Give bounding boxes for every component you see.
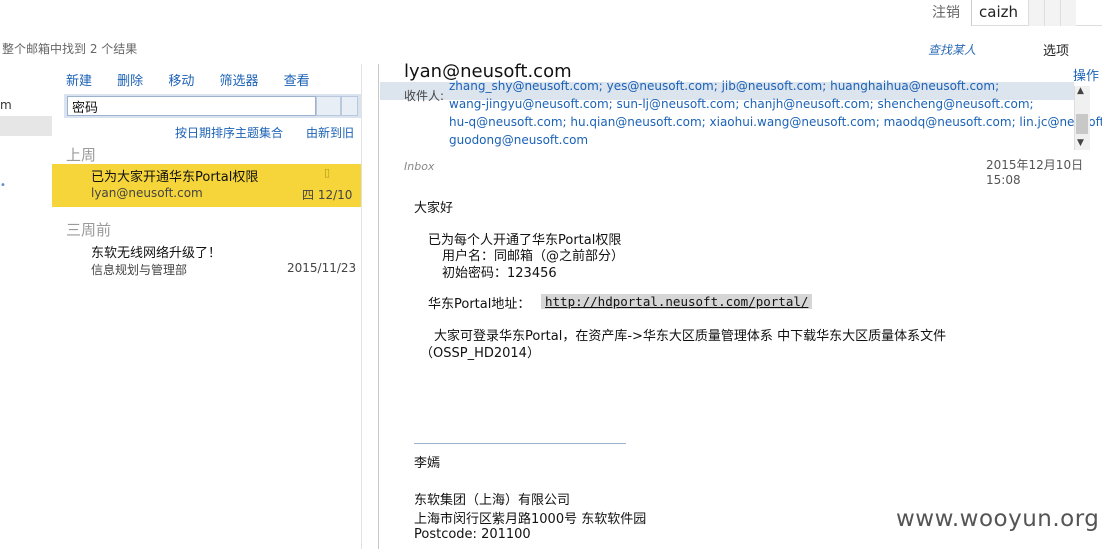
scroll-thumb[interactable] [1076,114,1088,134]
delete-button[interactable]: 删除 [117,74,143,89]
group-header-last-week: 上周 [66,146,97,164]
pane-divider [378,64,379,549]
message-datetime: 2015年12月10日 15:08 [986,158,1084,187]
options-link[interactable]: 选项 [1043,40,1069,59]
flag-icon[interactable]: ▯ [324,166,330,179]
new-button[interactable]: 新建 [66,74,92,89]
body-line: （OSSP_HD2014） [420,346,540,361]
signature-name: 李嫣 [414,456,441,471]
search-button[interactable] [316,96,341,116]
move-button[interactable]: 移动 [168,74,194,89]
signature-divider [414,443,626,444]
find-people-link[interactable]: 查找某人 [928,41,976,58]
body-line: 初始密码：123456 [442,266,557,281]
search-result-summary: 整个邮箱中找到 2 个结果 [2,42,138,56]
message-from: 信息规划与管理部 [91,263,188,277]
message-list-scrollbar[interactable] [361,64,378,549]
nav-bullet: • [0,180,6,191]
logout-link[interactable]: 注销 [932,2,960,22]
nav-item-partial[interactable]: m [0,98,12,112]
message-date: 2015/11/23 [287,261,357,275]
scroll-down-icon[interactable]: ▼ [1077,138,1084,148]
to-label: 收件人: [404,89,445,103]
actions-menu[interactable]: 操作 [1073,65,1099,84]
user-menu-button-2[interactable] [1044,0,1060,26]
message-subject: 已为大家开通华东Portal权限 [91,170,259,185]
search-clear-button[interactable] [341,96,358,116]
recipient-line[interactable]: hu-q@neusoft.com; hu.qian@neusoft.com; x… [449,115,1102,129]
list-toolbar: 新建 删除 移动 筛选器 查看 [66,70,331,89]
recipient-line[interactable]: zhang_shy@neusoft.com; yes@neusoft.com; … [449,79,999,93]
nav-item-selected[interactable] [0,116,52,136]
watermark: www.wooyun.org [896,506,1100,532]
scroll-up-icon[interactable]: ▲ [1077,86,1084,96]
signature-company: 东软集团（上海）有限公司 [414,493,571,508]
body-greeting: 大家好 [414,201,454,216]
message-subject[interactable]: 东软无线网络升级了！ [91,242,221,261]
signature-postcode: Postcode: 201100 [414,527,531,542]
recipient-line[interactable]: wang-jingyu@neusoft.com; sun-lj@neusoft.… [449,97,1034,111]
signature-address: 上海市闵行区紫月路1000号 东软软件园 [414,512,647,527]
user-menu-button-3[interactable] [1060,0,1076,26]
portal-link[interactable]: http://hdportal.neusoft.com/portal/ [541,294,813,309]
filter-button[interactable]: 筛选器 [219,74,258,89]
folder-label: Inbox [404,160,435,173]
message-date: 四 12/10 [302,188,353,202]
view-button[interactable]: 查看 [284,74,310,89]
sort-by-link[interactable]: 按日期排序主题集合 [175,124,283,141]
user-menu-button[interactable] [1028,0,1044,26]
sort-direction-link[interactable]: 由新到旧 [306,124,354,141]
message-from: lyan@neusoft.com [91,186,203,200]
group-header-three-weeks: 三周前 [66,221,112,239]
search-input[interactable] [67,96,316,116]
username[interactable]: caizh [979,3,1018,21]
recipient-line[interactable]: guodong@neusoft.com [449,133,588,147]
portal-label: 华东Portal地址： [428,297,531,312]
